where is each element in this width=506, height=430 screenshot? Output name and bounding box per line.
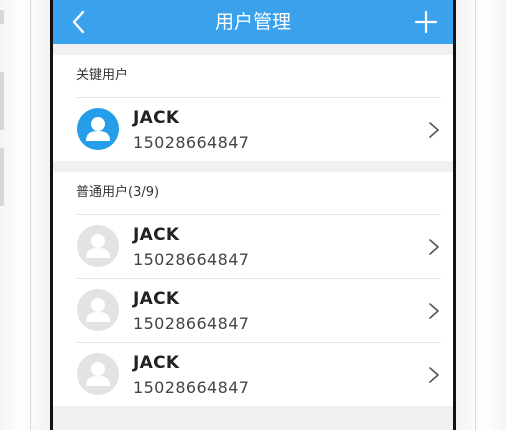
user-row[interactable]: JACK 15028664847 [76, 343, 441, 406]
chevron-right-icon [429, 122, 439, 138]
user-avatar-icon [86, 362, 110, 386]
mute-switch [0, 10, 4, 24]
user-name: JACK [133, 108, 180, 128]
user-avatar-icon [86, 117, 110, 141]
user-avatar-icon [86, 298, 110, 322]
chevron-right-icon [429, 367, 439, 383]
volume-down-button [0, 148, 4, 206]
user-row[interactable]: JACK 15028664847 [76, 98, 441, 161]
app-view: 用户管理 关键用户 JACK 15028664847 普通用户(3/9) JAC… [53, 0, 453, 430]
navigation-bar: 用户管理 [53, 0, 453, 44]
user-row[interactable]: JACK 15028664847 [76, 215, 441, 279]
user-phone: 15028664847 [133, 250, 250, 269]
frame-rail-right [475, 0, 476, 430]
user-phone: 15028664847 [133, 133, 250, 152]
user-name: JACK [133, 289, 180, 309]
user-name: JACK [133, 353, 180, 373]
chevron-right-icon [429, 239, 439, 255]
phone-frame-right [454, 0, 506, 430]
user-phone: 15028664847 [133, 314, 250, 333]
normal-users-header: 普通用户(3/9) [76, 172, 441, 215]
section-divider [53, 161, 453, 172]
section-divider [53, 406, 453, 417]
chevron-right-icon [429, 303, 439, 319]
add-user-button[interactable] [413, 9, 439, 35]
phone-frame-left [0, 0, 52, 430]
user-row[interactable]: JACK 15028664847 [76, 279, 441, 343]
avatar [77, 225, 119, 267]
user-phone: 15028664847 [133, 378, 250, 397]
avatar [77, 108, 119, 150]
avatar [77, 353, 119, 395]
key-users-header: 关键用户 [76, 55, 441, 98]
normal-users-section: 普通用户(3/9) JACK 15028664847 JACK 15028664… [53, 172, 453, 406]
user-name: JACK [133, 225, 180, 245]
frame-rail-left [30, 0, 31, 430]
page-title: 用户管理 [214, 11, 291, 33]
content-area: 关键用户 JACK 15028664847 普通用户(3/9) JACK 150… [53, 44, 453, 430]
spacer [53, 44, 453, 55]
volume-up-button [0, 72, 4, 130]
phone-screen: 用户管理 关键用户 JACK 15028664847 普通用户(3/9) JAC… [50, 0, 456, 430]
avatar [77, 289, 119, 331]
plus-icon [414, 10, 438, 34]
phone-mockup: 用户管理 关键用户 JACK 15028664847 普通用户(3/9) JAC… [0, 0, 506, 430]
key-users-section: 关键用户 JACK 15028664847 [53, 55, 453, 161]
user-avatar-icon [86, 234, 110, 258]
